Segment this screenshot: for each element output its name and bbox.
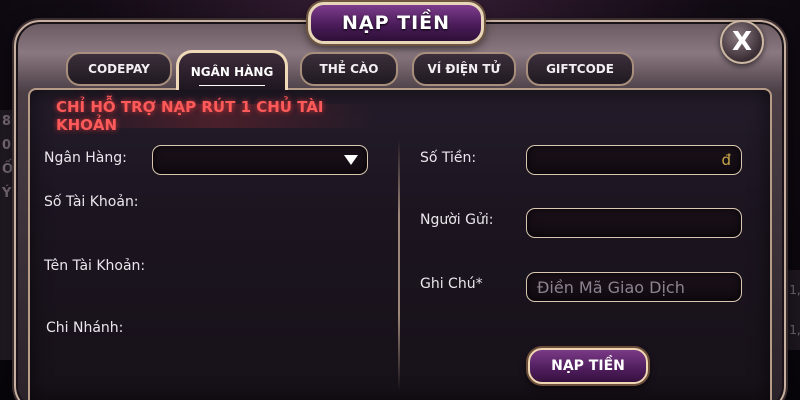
branch-label: Chi Nhánh: <box>46 320 124 336</box>
notice-banner: CHỈ HỖ TRỢ NẠP RÚT 1 CHỦ TÀI KHOẢN <box>56 98 376 134</box>
bank-select[interactable] <box>152 145 368 175</box>
title-plate: NẠP TIỀN <box>308 2 484 44</box>
amount-input[interactable]: đ <box>526 145 742 175</box>
note-input[interactable]: Điền Mã Giao Dịch <box>526 272 742 302</box>
tab-vi-dien-tu[interactable]: VÍ ĐIỆN TỬ <box>412 52 516 86</box>
tab-giftcode[interactable]: GIFTCODE <box>526 52 634 86</box>
caret-down-icon <box>344 155 358 165</box>
account-number-label: Số Tài Khoản: <box>44 194 139 210</box>
tab-ngan-hang[interactable]: NGÂN HÀNG <box>176 50 288 90</box>
bank-label: Ngân Hàng: <box>44 150 127 166</box>
amount-label: Số Tiền: <box>420 150 477 166</box>
close-icon: X <box>731 27 753 57</box>
note-label: Ghi Chú* <box>420 276 483 292</box>
note-placeholder: Điền Mã Giao Dịch <box>537 277 685 297</box>
tab-codepay[interactable]: CODEPAY <box>66 52 172 86</box>
submit-button[interactable]: NẠP TIỀN <box>528 348 648 384</box>
account-name-label: Tên Tài Khoản: <box>44 258 146 274</box>
dialog-panel <box>28 88 772 400</box>
column-divider <box>398 140 400 390</box>
sender-label: Người Gửi: <box>420 212 494 228</box>
sender-input[interactable] <box>526 208 742 238</box>
close-button[interactable]: X <box>720 20 764 64</box>
tab-the-cao[interactable]: THẺ CÀO <box>300 52 398 86</box>
dialog-title: NẠP TIỀN <box>341 12 451 34</box>
currency-symbol: đ <box>721 151 731 169</box>
